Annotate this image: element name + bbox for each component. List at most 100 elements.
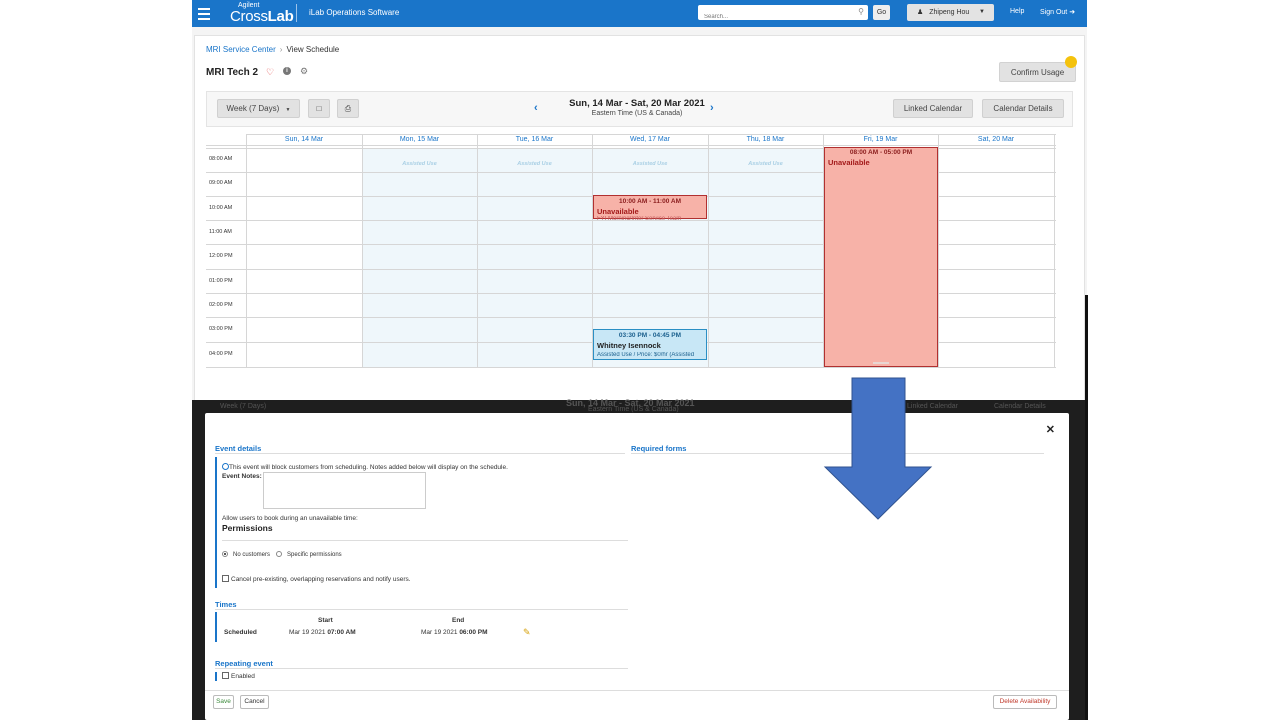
user-name: Zhipeng Hou: [929, 9, 970, 16]
info-icon: [222, 463, 229, 470]
calendar-toolbar: Week (7 Days) ▼ □ ⎙ ‹ Sun, 14 Mar - Sat,…: [206, 91, 1073, 127]
grid-line: [1054, 134, 1055, 368]
event-time: 10:00 AM - 11:00 AM: [618, 198, 681, 205]
calendar-icon[interactable]: □: [308, 99, 330, 118]
grid-line: [206, 367, 1056, 368]
day-header: Sat, 20 Mar: [977, 136, 1015, 143]
logo-divider: [296, 4, 297, 22]
time-label: 03:00 PM: [209, 326, 233, 332]
print-icon[interactable]: ⎙: [337, 99, 359, 118]
no-customers-label: No customers: [233, 552, 271, 558]
specific-permissions-radio[interactable]: [276, 551, 282, 557]
resize-handle[interactable]: [873, 362, 889, 364]
no-customers-radio[interactable]: [222, 551, 228, 557]
info-icon[interactable]: i: [283, 67, 291, 75]
grid-line: [206, 145, 1056, 146]
grid-line: [362, 134, 363, 368]
cancel-button[interactable]: Cancel: [240, 695, 269, 709]
day-header: Sun, 14 Mar: [284, 136, 324, 143]
day-header: Wed, 17 Mar: [630, 136, 670, 143]
help-link[interactable]: Help: [1010, 8, 1024, 15]
delete-availability-button[interactable]: Delete Availability: [993, 695, 1057, 709]
block-notice: This event will block customers from sch…: [222, 463, 508, 471]
page-title: MRI Tech 2: [206, 67, 259, 78]
ghost-timezone: Eastern Time (US & Canada): [588, 406, 679, 413]
end-header: End: [452, 617, 465, 624]
end-date: Mar 19 2021: [421, 629, 458, 636]
gear-icon[interactable]: ⚙: [300, 66, 308, 77]
go-button[interactable]: Go: [873, 5, 890, 20]
breadcrumb-current: View Schedule: [286, 45, 340, 54]
week-calendar-grid: Sun, 14 Mar Mon, 15 Mar Tue, 16 Mar Wed,…: [206, 134, 1066, 374]
start-time: 07:00 AM: [327, 629, 356, 636]
date-range-label: Sun, 14 Mar - Sat, 20 Mar 2021: [569, 98, 705, 109]
user-menu-button[interactable]: ♟ Zhipeng Hou ▼: [907, 4, 994, 21]
time-label: 08:00 AM: [209, 156, 233, 162]
section-accent-bar: [215, 457, 217, 588]
grid-line: [246, 134, 247, 368]
assisted-use-label: Assisted Use: [402, 161, 437, 167]
unavailable-event-fri[interactable]: 08:00 AM - 05:00 PM Unavailable: [824, 147, 938, 367]
day-header: Thu, 18 Mar: [746, 136, 785, 143]
next-week-icon[interactable]: ›: [710, 102, 714, 114]
event-title: Unavailable: [828, 158, 870, 167]
allow-booking-label: Allow users to book during an unavailabl…: [222, 515, 358, 522]
menu-icon[interactable]: [198, 5, 210, 21]
time-label: 10:00 AM: [209, 205, 233, 211]
chevron-down-icon: ▼: [285, 107, 291, 113]
favorite-heart-icon[interactable]: ♡: [266, 67, 274, 78]
day-header: Mon, 15 Mar: [399, 136, 440, 143]
repeating-enabled-checkbox[interactable]: [222, 672, 229, 679]
search-icon[interactable]: ⚲: [858, 7, 864, 16]
close-icon[interactable]: ✕: [1046, 423, 1055, 436]
window-edge: [1085, 295, 1088, 720]
grid-line: [246, 134, 1056, 135]
time-label: 11:00 AM: [209, 229, 232, 235]
section-accent-bar: [215, 612, 217, 642]
divider: [215, 668, 628, 669]
event-notes-textarea[interactable]: [263, 472, 426, 509]
user-icon: ♟: [917, 9, 924, 16]
scheduled-label: Scheduled: [224, 629, 257, 636]
save-button[interactable]: Save: [213, 695, 234, 709]
event-details-heading: Event details: [215, 444, 262, 453]
unavailable-event-wed[interactable]: 10:00 AM - 11:00 AM Unavailable FYI Morn…: [593, 195, 707, 220]
repeating-enabled-label: Enabled: [231, 673, 255, 680]
search-box[interactable]: ⚲: [698, 5, 868, 25]
event-time: 03:30 PM - 04:45 PM: [618, 332, 682, 339]
assisted-use-label: Assisted Use: [748, 161, 783, 167]
event-title: Whitney Isennock: [597, 341, 661, 350]
start-datetime: Mar 19 2021 07:00 AM: [289, 629, 356, 636]
divider: [215, 453, 625, 454]
cancel-overlap-label: Cancel pre-existing, overlapping reserva…: [231, 576, 411, 583]
date-range: Sun, 14 Mar - Sat, 20 Mar 2021 Eastern T…: [557, 98, 717, 117]
breadcrumb-chevron-icon: ›: [279, 45, 283, 54]
confirm-usage-button[interactable]: Confirm Usage: [999, 62, 1076, 82]
search-input[interactable]: [698, 9, 848, 25]
schedule-card: MRI Service Center › View Schedule MRI Tec…: [194, 35, 1085, 405]
booking-event-wed[interactable]: 03:30 PM - 04:45 PM Whitney Isennock Ass…: [593, 329, 707, 360]
view-select-button[interactable]: Week (7 Days) ▼: [217, 99, 300, 118]
cancel-overlap-checkbox[interactable]: [222, 575, 229, 582]
time-label: 12:00 PM: [209, 253, 233, 259]
required-forms-heading: Required forms: [631, 444, 687, 453]
start-date: Mar 19 2021: [289, 629, 326, 636]
ghost-calendar-details: Calendar Details: [994, 403, 1046, 410]
divider: [631, 453, 1044, 454]
grid-line: [708, 134, 709, 368]
previous-week-icon[interactable]: ‹: [534, 102, 538, 114]
divider: [215, 609, 628, 610]
top-navbar: Agilent CrossLab iLab Operations Softwar…: [192, 0, 1087, 27]
pencil-edit-icon[interactable]: ✎: [523, 627, 531, 638]
breadcrumb-parent-link[interactable]: MRI Service Center: [206, 45, 276, 54]
grid-line: [477, 134, 478, 368]
chevron-down-icon: ▼: [979, 9, 985, 15]
sign-out-link[interactable]: Sign Out ➜: [1040, 8, 1075, 16]
time-label: 04:00 PM: [209, 351, 233, 357]
calendar-details-button[interactable]: Calendar Details: [982, 99, 1064, 118]
event-subtitle: Assisted Use / Price: $0/hr (Assisted: [597, 352, 695, 358]
linked-calendar-button[interactable]: Linked Calendar: [893, 99, 973, 118]
block-notice-text: This event will block customers from sch…: [229, 464, 508, 471]
event-subtitle: FYI Morning/Inter Service Team: [597, 216, 682, 220]
times-heading: Times: [215, 600, 237, 609]
